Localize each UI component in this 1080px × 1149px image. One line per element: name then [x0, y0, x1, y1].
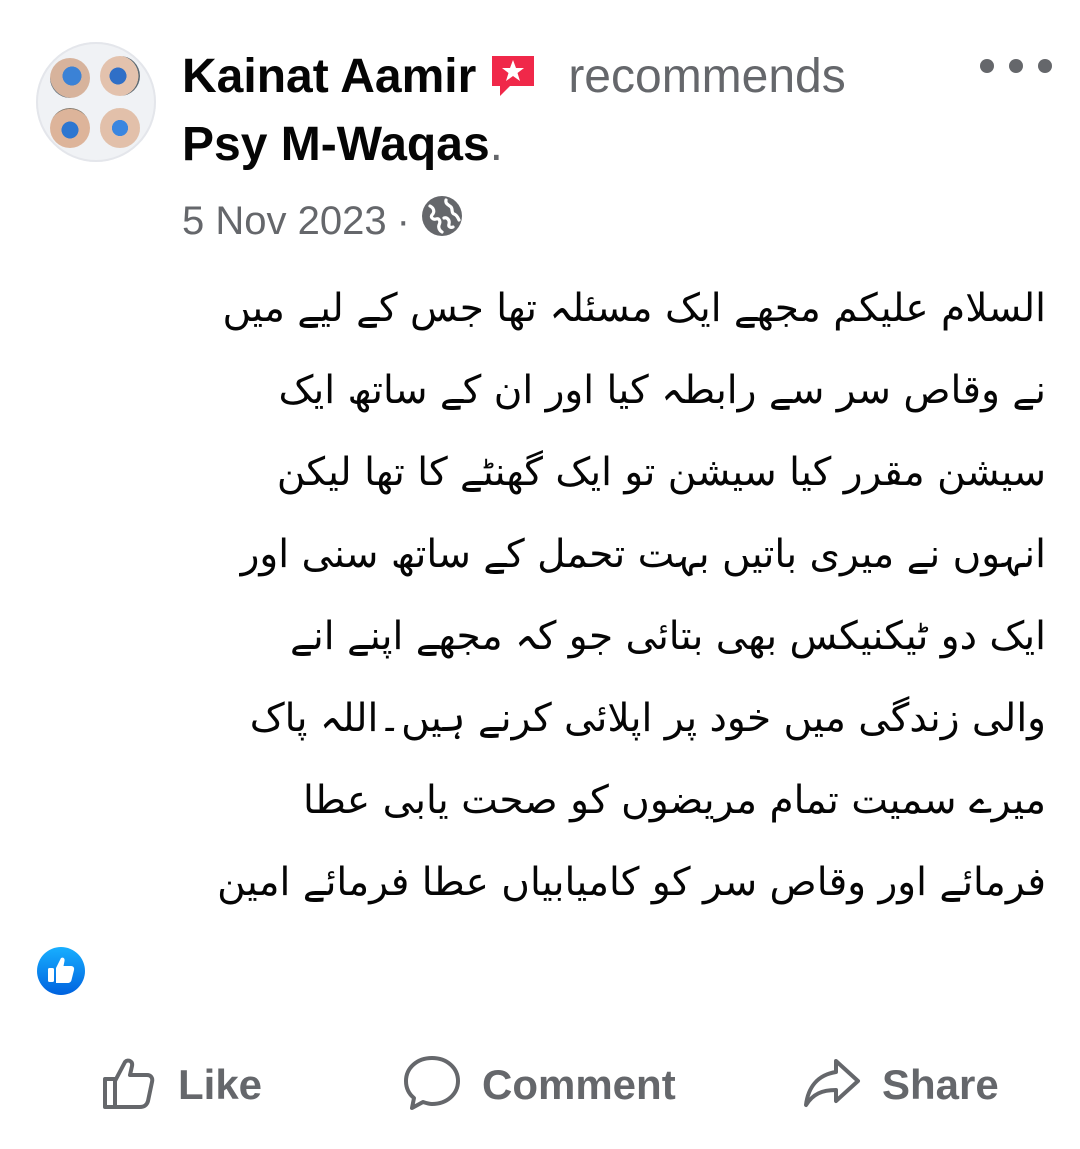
post-text-line: والی زندگی میں خود پر اپلائی کرنے ہیں۔ال… [249, 696, 1046, 741]
post-text-line: سیشن مقرر کیا سیشن تو ایک گھنٹے کا تھا ل… [276, 450, 1046, 495]
more-options-dot [1009, 59, 1023, 73]
share-button[interactable]: Share [802, 1040, 999, 1130]
avatar-photo-segment [50, 108, 90, 148]
avatar-photo-segment [50, 58, 90, 98]
share-label: Share [882, 1061, 999, 1108]
post-text-line: فرمائے اور وقاص سر کو کامیابیاں عطا فرما… [217, 860, 1046, 905]
post-action-bar: Like Comment Share [0, 1040, 1080, 1130]
post-meta: 5 Nov 2023 · [182, 194, 942, 248]
avatar-photo-segment [100, 108, 140, 148]
recommends-text: recommends [568, 49, 846, 103]
post-text-line: انہوں نے میری باتیں بہت تحمل کے ساتھ سنی… [240, 532, 1046, 577]
post-text-line: السلام علیکم مجھے ایک مسئلہ تھا جس کے لی… [222, 286, 1046, 331]
page-name[interactable]: Psy M-Waqas [182, 118, 490, 171]
page-name-suffix: . [489, 118, 503, 171]
like-label: Like [178, 1061, 263, 1108]
comment-icon [402, 1053, 462, 1117]
post-text-line: ایک دو ٹیکنیکس بھی بتائی جو کہ مجھے اپنے… [290, 614, 1046, 659]
post-date[interactable]: 5 Nov 2023 [182, 199, 387, 244]
more-options-dot [1038, 59, 1052, 73]
like-reaction-icon[interactable] [36, 946, 86, 996]
more-options-dot [980, 59, 994, 73]
thumbs-up-icon [100, 1054, 158, 1116]
author-name[interactable]: Kainat Aamir [182, 49, 476, 104]
like-button[interactable]: Like [100, 1040, 262, 1130]
comment-label: Comment [482, 1061, 676, 1108]
page-name-line: Psy M-Waqas. [182, 116, 942, 174]
recommendation-badge-icon [488, 52, 538, 100]
author-avatar[interactable] [36, 42, 156, 162]
post-body: السلام علیکم مجھے ایک مسئلہ تھا جس کے لی… [38, 268, 1046, 924]
post-text-line: میرے سمیت تمام مریضوں کو صحت یابی عطا [303, 778, 1046, 823]
post-header: Kainat Aamir recommends Psy M-Waqas. 5 N… [182, 42, 942, 248]
globe-icon [420, 194, 464, 248]
post-header-line: Kainat Aamir recommends [182, 42, 942, 110]
share-arrow-icon [802, 1053, 862, 1117]
avatar-photo-segment [100, 56, 140, 96]
more-options-icon[interactable] [980, 50, 1052, 82]
meta-separator: · [396, 198, 410, 243]
post-text-line: نے وقاص سر سے رابطہ کیا اور ان کے ساتھ ا… [278, 368, 1046, 413]
comment-button[interactable]: Comment [402, 1040, 676, 1130]
